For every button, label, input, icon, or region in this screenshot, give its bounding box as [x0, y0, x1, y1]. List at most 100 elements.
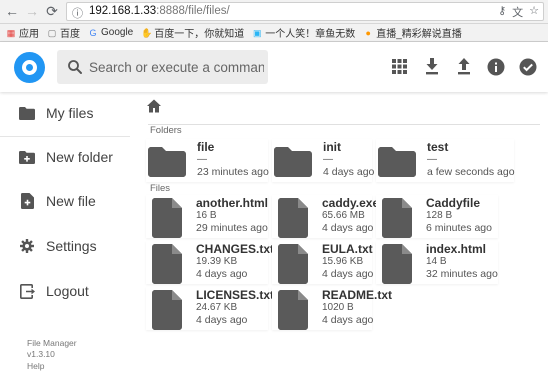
item-name: file	[197, 140, 215, 154]
google-icon: G	[89, 27, 97, 38]
sidebar-item-new-folder[interactable]: New folder	[0, 138, 130, 176]
item-modified: 4 days ago	[196, 268, 248, 280]
folders-section-title: Folders	[150, 125, 182, 136]
file-item[interactable]: another.html 16 B 29 minutes ago	[146, 195, 268, 238]
download-button[interactable]	[421, 56, 442, 77]
item-modified: 6 minutes ago	[426, 222, 492, 234]
file-icon	[152, 290, 182, 335]
bookmark-label: Google	[101, 27, 134, 38]
home-icon[interactable]	[146, 98, 162, 114]
item-name: CHANGES.txt	[196, 242, 275, 256]
file-icon	[278, 290, 308, 335]
bookmark-item[interactable]: ▣ 一个人笑！章鱼无数	[252, 25, 356, 41]
grid-view-icon	[392, 59, 407, 74]
url-field[interactable]: ⓘ 192.168.1.33:8888/file/files/ ⚷ 文 ☆	[66, 2, 544, 21]
item-size: 65.66 MB	[322, 210, 365, 221]
sidebar-item-label: Logout	[46, 283, 89, 299]
folder-item[interactable]: init —4 days ago	[272, 139, 374, 182]
sidebar-item-new-file[interactable]: New file	[0, 182, 130, 220]
file-item[interactable]: LICENSES.txt 24.67 KB 4 days ago	[146, 287, 274, 330]
item-size: 1020 B	[322, 302, 354, 313]
info-circle-icon[interactable]: ⓘ	[72, 5, 83, 21]
search-input[interactable]	[89, 57, 264, 77]
folder-icon	[18, 104, 36, 122]
file-item[interactable]: EULA.txt 15.96 KB 4 days ago	[272, 241, 374, 284]
back-arrow-icon[interactable]: ←	[4, 3, 20, 19]
forward-arrow-icon[interactable]: →	[24, 3, 40, 19]
bookmark-label: 一个人笑！章鱼无数	[265, 29, 356, 40]
item-modified: 4 days ago	[196, 314, 248, 326]
item-name: index.html	[426, 242, 487, 256]
item-modified: 4 days ago	[322, 314, 374, 326]
app-header	[0, 42, 548, 92]
folder-icon	[148, 147, 186, 182]
item-size: 16 B	[196, 210, 217, 221]
item-size: 19.39 KB	[196, 256, 238, 267]
app-logo[interactable]	[14, 52, 45, 83]
upload-button[interactable]	[453, 56, 474, 77]
file-icon	[152, 244, 182, 289]
key-icon[interactable]: ⚷	[498, 4, 506, 20]
search-icon	[68, 60, 82, 74]
search-box[interactable]	[57, 50, 268, 84]
bookmark-label: 直播_精彩解说直播	[376, 29, 462, 40]
item-name: caddy.exe	[322, 196, 380, 210]
file-item[interactable]: index.html 14 B 32 minutes ago	[376, 241, 498, 284]
folder-icon	[274, 147, 312, 182]
download-icon	[425, 58, 438, 75]
item-size: 128 B	[426, 210, 453, 221]
bookmark-item[interactable]: ● 直播_精彩解说直播	[363, 25, 462, 41]
item-modified: 4 days ago	[322, 268, 374, 280]
file-item[interactable]: README.txt 1020 B4 days ago	[272, 287, 392, 330]
translate-icon[interactable]: 文	[512, 4, 523, 20]
new-file-icon	[18, 192, 36, 210]
file-icon	[278, 244, 308, 289]
folder-item[interactable]: file —23 minutes ago	[146, 139, 269, 182]
section-divider	[148, 124, 540, 125]
sidebar-item-settings[interactable]: Settings	[0, 227, 130, 265]
sidebar-footer: File Manager v1.3.10 Help	[27, 338, 77, 371]
sidebar: My files New folder New file Settings Lo…	[0, 92, 130, 371]
check-icon	[519, 58, 536, 75]
live-icon: ●	[365, 27, 371, 38]
bookmark-item[interactable]: ▢ 百度	[47, 25, 80, 41]
info-button[interactable]	[485, 56, 506, 77]
select-check-button[interactable]	[517, 56, 538, 77]
apps-grid-icon: ▦	[6, 27, 16, 38]
help-link[interactable]: Help	[27, 361, 77, 371]
file-item[interactable]: Caddyfile 128 B6 minutes ago	[376, 195, 498, 238]
folder-item[interactable]: test — a few seconds ago	[376, 139, 515, 182]
files-section-title: Files	[150, 183, 171, 194]
file-item[interactable]: CHANGES.txt 19.39 KB 4 days ago	[146, 241, 274, 284]
folder-icon	[378, 147, 416, 182]
sidebar-item-logout[interactable]: Logout	[0, 272, 130, 310]
bookmarks-bar: ▦ 应用 ▢ 百度 G Google ✋ 百度一下，你就知道 ▣ 一个人笑！章鱼无数 ● 直播_精彩解…	[0, 24, 548, 42]
upload-icon	[457, 58, 470, 75]
item-size: —	[323, 154, 333, 165]
sidebar-item-label: New folder	[46, 149, 113, 165]
page-icon: ▢	[47, 27, 57, 38]
file-item[interactable]: caddy.exe 65.66 MB 4 days ago	[272, 195, 379, 238]
sidebar-item-my-files[interactable]: My files	[0, 94, 130, 132]
sidebar-item-label: My files	[46, 105, 94, 121]
bookmark-item[interactable]: G Google	[88, 27, 133, 38]
app-name-text: File Manager	[27, 338, 77, 348]
grid-view-button[interactable]	[389, 56, 410, 77]
file-listing: Folders Files file —23 minutes ago init —4 …	[130, 92, 548, 371]
bookmark-label: 百度	[60, 29, 80, 40]
sidebar-item-label: New file	[46, 193, 96, 209]
url-text[interactable]: 192.168.1.33:8888/file/files/	[89, 5, 230, 17]
sidebar-divider	[0, 136, 130, 137]
reload-icon[interactable]: ⟳	[44, 3, 60, 19]
item-size: —	[197, 154, 207, 165]
bookmark-label: 应用	[19, 29, 39, 40]
logout-icon	[18, 282, 36, 300]
browser-address-bar: ← → ⟳ ⓘ 192.168.1.33:8888/file/files/ ⚷ …	[0, 0, 548, 24]
new-folder-icon	[18, 148, 36, 166]
item-name: Caddyfile	[426, 196, 481, 210]
file-icon	[382, 244, 412, 289]
item-size: 14 B	[426, 256, 447, 267]
bookmark-item[interactable]: ▦ 应用	[6, 25, 39, 41]
bookmark-star-icon[interactable]: ☆	[529, 4, 539, 20]
bookmark-item[interactable]: ✋ 百度一下，你就知道	[141, 25, 244, 41]
